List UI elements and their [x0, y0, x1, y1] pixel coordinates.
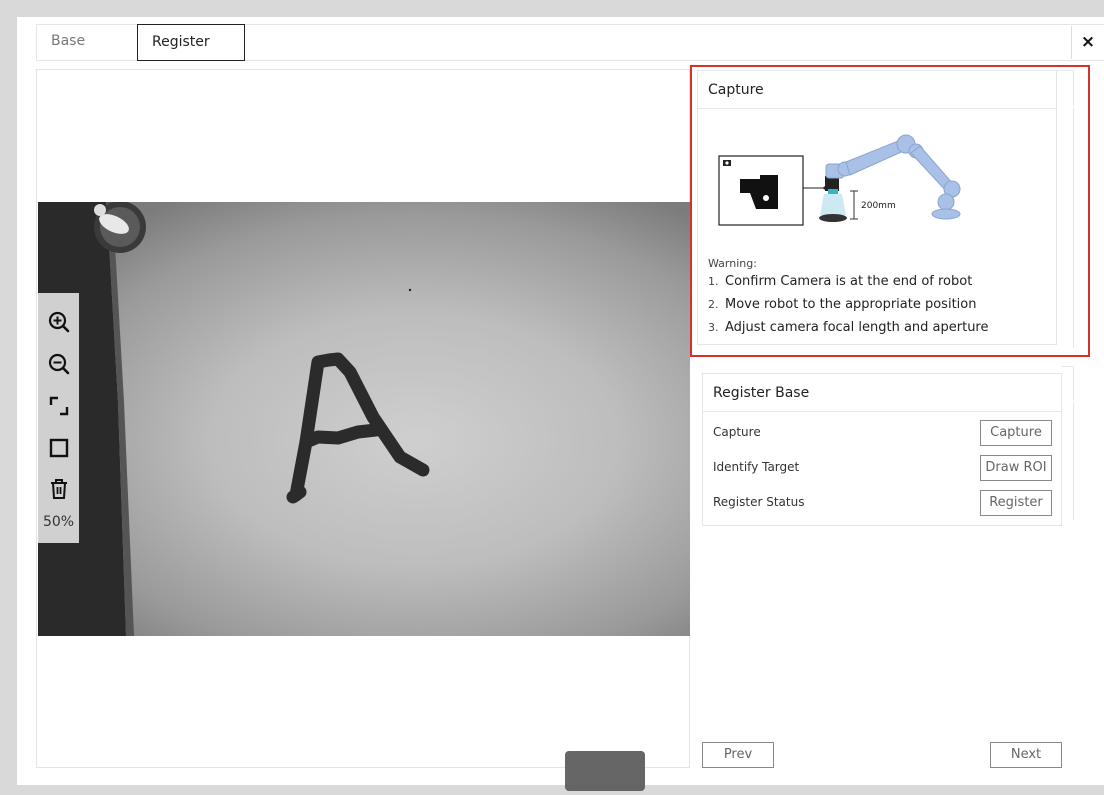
register-panel-title: Register Base	[703, 374, 1061, 412]
prev-button[interactable]: Prev	[702, 742, 774, 768]
fit-screen-icon	[49, 396, 69, 416]
tab-base-setting[interactable]: Base Setting	[37, 24, 137, 84]
warning-list: 1. Confirm Camera is at the end of robot …	[708, 272, 989, 341]
warning-item: 1. Confirm Camera is at the end of robot	[708, 274, 973, 289]
floating-handle[interactable]	[565, 751, 645, 791]
row-label: Register Status	[713, 495, 805, 509]
close-button[interactable]: ×	[1071, 26, 1104, 59]
zoom-in-button[interactable]	[43, 307, 75, 337]
camera-image[interactable]	[38, 202, 690, 636]
trash-icon	[51, 479, 67, 499]
close-icon: ×	[1080, 32, 1096, 52]
fit-screen-button[interactable]	[43, 391, 75, 421]
viewer-toolbar: 50%	[38, 293, 79, 543]
zoom-out-button[interactable]	[43, 349, 75, 379]
tab-register-base[interactable]: Register Base	[137, 24, 245, 85]
row-label: Capture	[713, 425, 761, 439]
tab-bar: Base Setting Register Base	[36, 24, 1104, 85]
panel-edge	[1057, 70, 1074, 106]
image-viewer[interactable]: 50%	[36, 69, 690, 768]
register-panel: Register Base Capture Capture Identify T…	[702, 373, 1062, 526]
register-row-status: Register Status Register	[703, 490, 1061, 516]
panel-edge	[1062, 402, 1074, 520]
capture-panel-title: Capture	[698, 71, 1056, 109]
distance-label: 200mm	[861, 201, 896, 211]
warning-title: Warning:	[708, 257, 757, 270]
draw-rectangle-button[interactable]	[43, 433, 75, 463]
draw-roi-button[interactable]: Draw ROI	[980, 455, 1052, 481]
zoom-level: 50%	[42, 514, 75, 530]
warning-item: 2. Move robot to the appropriate position	[708, 297, 977, 312]
register-row-identify: Identify Target Draw ROI	[703, 455, 1061, 481]
register-row-capture: Capture Capture	[703, 420, 1061, 446]
register-button[interactable]: Register	[980, 490, 1052, 516]
capture-panel: Capture 200mm Warning: 1. Confirm Camera…	[697, 70, 1057, 345]
panel-edge	[1057, 108, 1074, 348]
camera-image-content	[38, 202, 430, 636]
capture-button[interactable]: Capture	[980, 420, 1052, 446]
robot-camera-illustration: 200mm	[718, 134, 961, 226]
rectangle-roi-icon	[49, 438, 69, 458]
row-label: Identify Target	[713, 460, 800, 474]
zoom-in-icon	[48, 311, 70, 333]
panel-edge	[1062, 366, 1074, 400]
letter-a-drawing	[286, 352, 430, 504]
next-button[interactable]: Next	[990, 742, 1062, 768]
zoom-out-icon	[48, 353, 70, 375]
delete-button[interactable]	[43, 474, 75, 504]
warning-item: 3. Adjust camera focal length and apertur…	[708, 320, 989, 335]
